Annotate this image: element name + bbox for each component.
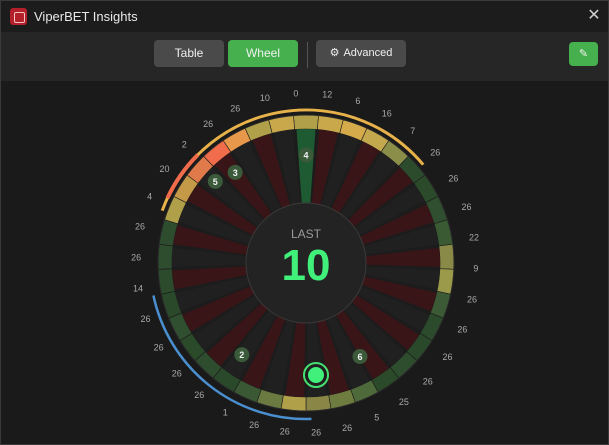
heat-ring-segment (280, 394, 307, 412)
wheel-panel: 10 0 12 6 16 7 26 26 26 22 9 26 26 26 26 25 5 26 26 26 26 1 26… (1, 81, 608, 444)
slot-badge-number: 2 (239, 350, 244, 360)
heat-ring-segment (305, 394, 332, 412)
roulette-wheel: 10 0 1261672626262292626262625526262626126… (131, 88, 479, 438)
outer-number-label: 26 (442, 352, 452, 362)
outer-number-label: 26 (154, 343, 164, 353)
pin-icon: ✎ (578, 48, 589, 60)
outer-number-label: 26 (467, 295, 477, 305)
outer-number-label: 0 (293, 88, 298, 98)
toolbar-divider (307, 42, 308, 68)
outer-number-label: 26 (172, 368, 182, 378)
outer-number-label: 22 (469, 232, 479, 242)
heat-ring-segment (293, 114, 319, 130)
outer-number-label: 2 (182, 139, 187, 149)
outer-number-label: 6 (355, 96, 360, 106)
outer-number-label: 25 (399, 397, 409, 407)
outer-number-label: 1 (223, 408, 228, 418)
outer-number-label: 16 (382, 108, 392, 118)
app-window: ViperBET Insights ✕ Table Wheel ⚙ Advance… (0, 0, 609, 445)
slot-badge-number: 4 (303, 151, 308, 161)
outer-number-label: 26 (280, 427, 290, 437)
outer-number-label: 7 (410, 126, 415, 136)
outer-number-label: 5 (374, 413, 379, 423)
outer-number-label: 26 (457, 325, 467, 335)
outer-number-label: 26 (311, 428, 321, 438)
view-toolbar: Table Wheel ⚙ Advanced ✎ (1, 32, 608, 81)
window-title: ViperBET Insights (34, 9, 138, 24)
outer-number-label: 26 (430, 148, 440, 158)
outer-number-label: 26 (249, 420, 259, 430)
slot-badge-number: 5 (213, 177, 218, 187)
outer-number-label: 26 (448, 173, 458, 183)
close-icon[interactable]: ✕ (583, 5, 605, 27)
outer-number-label: 26 (135, 221, 145, 231)
advanced-label: Advanced (343, 47, 393, 59)
outer-number-label: 12 (322, 89, 332, 99)
outer-number-label: 4 (147, 191, 152, 201)
outer-number-label: 9 (473, 264, 478, 274)
outer-number-label: 26 (194, 390, 204, 400)
advanced-button[interactable]: ⚙ Advanced (316, 40, 406, 67)
viperbet-logo-icon (10, 8, 27, 25)
slot-badge-number: 6 (357, 352, 362, 362)
outer-number-label: 26 (342, 423, 352, 433)
outer-number-label: 10 (260, 93, 270, 103)
outer-number-label: 26 (423, 377, 433, 387)
center-label: LAST (291, 227, 322, 241)
outer-number-label: 26 (131, 252, 141, 262)
heat-ring-segment (438, 243, 455, 270)
outer-number-label: 26 (203, 119, 213, 129)
title-bar: ViperBET Insights ✕ (1, 1, 608, 32)
outer-number-label: 26 (230, 103, 240, 113)
heat-ring-segment (157, 243, 174, 270)
wheel-view-button[interactable]: Wheel (228, 40, 298, 67)
outer-number-label: 14 (133, 284, 143, 294)
gear-icon: ⚙ (329, 47, 340, 59)
outer-number-label: 26 (461, 202, 471, 212)
outer-number-label: 20 (159, 164, 169, 174)
ball-marker (308, 367, 324, 383)
last-number-value: 10 (282, 241, 331, 290)
slot-badge-number: 3 (233, 168, 238, 178)
table-view-button[interactable]: Table (154, 40, 224, 67)
outer-number-label: 26 (140, 314, 150, 324)
pin-button[interactable]: ✎ (569, 42, 598, 66)
